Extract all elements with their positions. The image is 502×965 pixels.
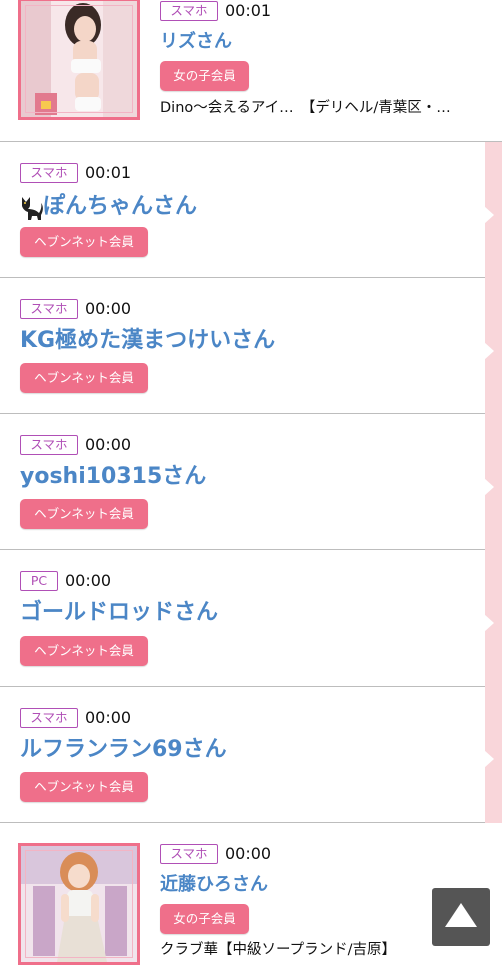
- access-time: 00:00: [85, 299, 132, 318]
- user-name-link[interactable]: ゴールドロッドさん: [20, 598, 218, 628]
- member-type-badge: 女の子会員: [160, 61, 249, 91]
- list-item[interactable]: スマホ 00:00 yoshi10315さん ヘブンネット会員: [0, 414, 485, 550]
- strip-notch: [484, 614, 494, 632]
- device-badge: スマホ: [20, 299, 78, 319]
- device-badge: スマホ: [160, 1, 218, 21]
- member-type-badge: ヘブンネット会員: [20, 499, 148, 529]
- member-type-badge: 女の子会員: [160, 904, 249, 934]
- user-name-link[interactable]: KG極めた漢まつけいさん: [20, 326, 275, 356]
- cat-icon: [19, 193, 45, 221]
- member-type-badge: ヘブンネット会員: [20, 363, 148, 393]
- access-time: 00:01: [85, 163, 132, 182]
- list-item[interactable]: スマホ 00:01 ぽんちゃんさん ヘブンネット会員: [0, 142, 485, 278]
- user-name-link[interactable]: yoshi10315さん: [20, 462, 206, 492]
- list-item[interactable]: PC 00:00 ゴールドロッドさん ヘブンネット会員: [0, 550, 485, 687]
- strip-notch: [484, 342, 494, 360]
- list-item[interactable]: スマホ 00:01 リズさん 女の子会員 Dino～会えるアイ… 【デリヘル/青…: [0, 0, 502, 142]
- device-badge: PC: [20, 571, 58, 591]
- list-item[interactable]: スマホ 00:00 ルフランラン69さん ヘブンネット会員: [0, 687, 485, 823]
- user-name-link[interactable]: 近藤ひろさん: [160, 873, 268, 897]
- shop-name-link[interactable]: クラブ華【中級ソープランド/吉原】: [160, 940, 396, 960]
- member-type-badge: ヘブンネット会員: [20, 227, 148, 257]
- profile-photo[interactable]: [18, 843, 140, 965]
- user-name-link[interactable]: ルフランラン69さん: [20, 735, 227, 765]
- profile-photo[interactable]: [18, 0, 140, 120]
- access-time: 00:00: [225, 844, 272, 863]
- strip-notch: [484, 206, 494, 224]
- device-badge: スマホ: [20, 708, 78, 728]
- device-badge: スマホ: [160, 844, 218, 864]
- strip-notch: [484, 478, 494, 496]
- shop-name-link[interactable]: Dino～会えるアイ… 【デリヘル/青葉区・…: [160, 98, 451, 118]
- strip-notch: [484, 750, 494, 768]
- member-type-badge: ヘブンネット会員: [20, 772, 148, 802]
- user-name-link[interactable]: リズさん: [160, 30, 232, 54]
- device-badge: スマホ: [20, 435, 78, 455]
- user-name-link[interactable]: ぽんちゃんさん: [43, 192, 197, 222]
- scroll-to-top-button[interactable]: [432, 888, 490, 946]
- access-time: 00:01: [225, 1, 272, 20]
- list-item[interactable]: スマホ 00:00 近藤ひろさん 女の子会員 クラブ華【中級ソープランド/吉原】: [0, 823, 502, 965]
- up-triangle-icon: [444, 902, 478, 932]
- access-time: 00:00: [85, 708, 132, 727]
- access-time: 00:00: [85, 435, 132, 454]
- access-time: 00:00: [65, 571, 112, 590]
- list-item[interactable]: スマホ 00:00 KG極めた漢まつけいさん ヘブンネット会員: [0, 278, 485, 414]
- device-badge: スマホ: [20, 163, 78, 183]
- member-type-badge: ヘブンネット会員: [20, 636, 148, 666]
